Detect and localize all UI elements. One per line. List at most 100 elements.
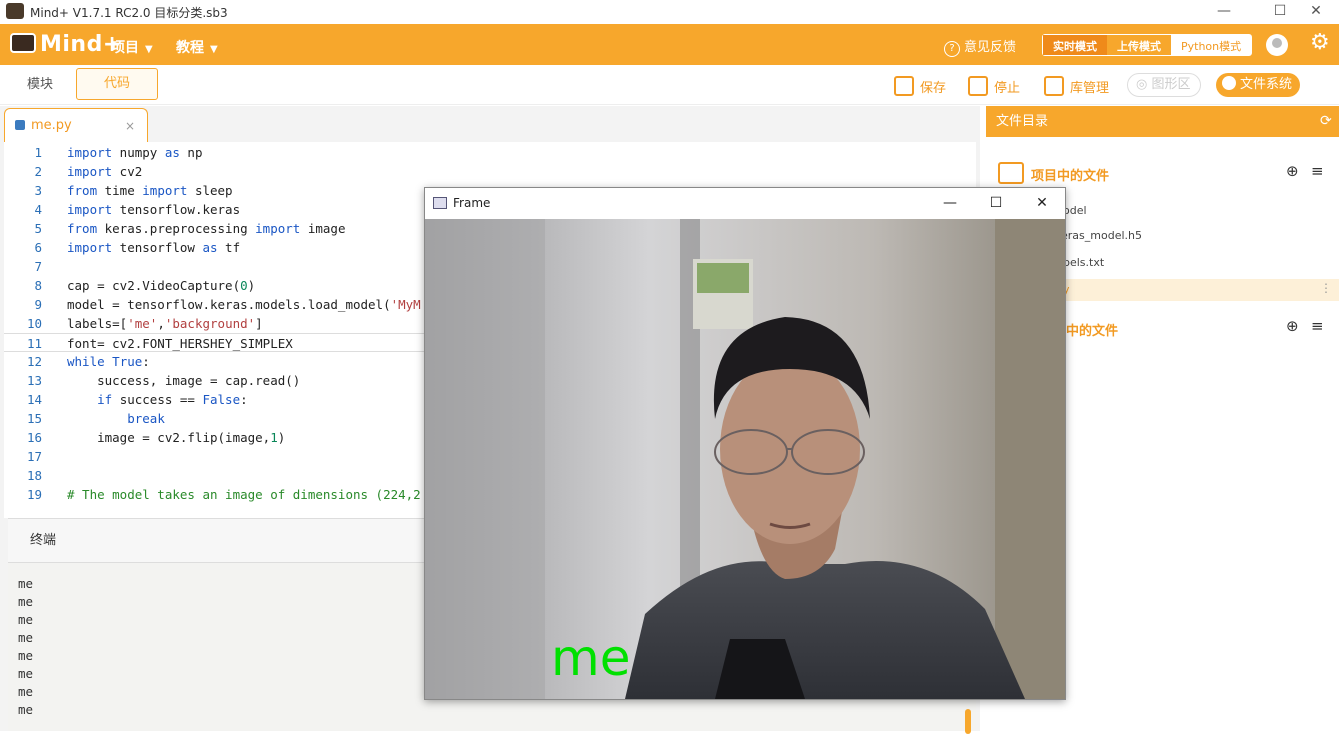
menu-tutorial[interactable]: 教程 ▼ — [176, 37, 218, 57]
toolbar: 模块 代码 保存 停止 库管理 ◎ 图形区 文件系统 — [0, 65, 1339, 105]
line-number: 13 — [26, 373, 42, 388]
computer-files-title: 中的文件 — [1066, 324, 1119, 339]
file-system-button[interactable]: 文件系统 — [1216, 73, 1300, 97]
line-number: 4 — [34, 202, 42, 217]
gear-icon[interactable]: ⚙ — [1310, 30, 1330, 55]
frame-window: Frame — ☐ ✕ me — [424, 187, 1066, 700]
project-files-title: 项目中的文件 — [1031, 169, 1110, 184]
line-code: import numpy as np — [67, 145, 203, 160]
terminal-line: me — [18, 576, 34, 591]
terminal-line: me — [18, 666, 34, 681]
question-icon: ? — [944, 41, 960, 57]
menu-icon[interactable]: ≡ — [1311, 162, 1324, 180]
file-item[interactable]: odel — [1063, 204, 1087, 217]
file-system-icon — [1222, 76, 1236, 90]
refresh-icon[interactable]: ⟳ — [1320, 113, 1332, 129]
window-icon — [433, 197, 447, 209]
realtime-mode-button[interactable]: 实时模式 — [1043, 35, 1107, 55]
chevron-down-icon: ▼ — [210, 44, 218, 55]
brand-mascot-icon — [10, 33, 36, 53]
library-icon — [1044, 76, 1064, 96]
line-code: success, image = cap.read() — [67, 373, 301, 388]
menu-bar: Mind+ 项目 ▼ 教程 ▼ ? 意见反馈 实时模式 上传模式 Python模式 ⚙ — [0, 24, 1339, 65]
library-button[interactable]: 库管理 — [1044, 73, 1109, 99]
line-number: 2 — [34, 164, 42, 179]
frame-minimize-button[interactable]: — — [927, 188, 973, 219]
terminal-output: me me me me me me me me — [18, 575, 33, 719]
file-tab[interactable]: me.py × — [4, 108, 148, 142]
line-number: 16 — [26, 430, 42, 445]
line-number: 3 — [34, 183, 42, 198]
graph-area-button[interactable]: ◎ 图形区 — [1127, 73, 1201, 97]
terminal-line: me — [18, 702, 34, 717]
line-code: from keras.preprocessing import image — [67, 221, 346, 236]
line-code: if success == False: — [97, 392, 248, 407]
brand-name: Mind+ — [40, 32, 122, 57]
line-number: 6 — [34, 240, 42, 255]
terminal-scrollbar[interactable] — [965, 709, 971, 734]
line-code: image = cv2.flip(image,1) — [67, 430, 286, 445]
frame-close-button[interactable]: ✕ — [1019, 188, 1065, 219]
window-titlebar: Mind+ V1.7.1 RC2.0 目标分类.sb3 — ☐ ✕ — [0, 0, 1339, 24]
menu-icon[interactable]: ≡ — [1311, 317, 1324, 335]
code-line[interactable]: 2 import cv2 — [4, 162, 976, 181]
line-number: 5 — [34, 221, 42, 236]
prediction-label: me — [551, 629, 630, 687]
line-code: import cv2 — [67, 164, 143, 179]
line-code: import tensorflow.keras — [67, 202, 241, 217]
terminal-line: me — [18, 630, 34, 645]
file-item[interactable]: eras_model.h5 — [1061, 229, 1142, 242]
line-code: cap = cv2.VideoCapture(0) — [67, 278, 256, 293]
line-code: while True: — [67, 354, 150, 369]
stop-button[interactable]: 停止 — [968, 73, 1020, 99]
camera-feed: me — [425, 219, 1065, 699]
line-code: break — [127, 411, 165, 426]
terminal-line: me — [18, 594, 34, 609]
python-mode-button[interactable]: Python模式 — [1171, 35, 1252, 55]
add-file-icon[interactable]: ⊕ — [1286, 162, 1299, 180]
add-file-icon[interactable]: ⊕ — [1286, 317, 1299, 335]
line-code: from time import sleep — [67, 183, 233, 198]
stop-icon — [968, 76, 988, 96]
line-number: 11 — [26, 336, 42, 351]
line-number: 10 — [26, 316, 42, 331]
avatar[interactable] — [1266, 34, 1288, 56]
line-number: 1 — [34, 145, 42, 160]
line-number: 15 — [26, 411, 42, 426]
chevron-down-icon: ▼ — [145, 44, 153, 55]
frame-maximize-button[interactable]: ☐ — [973, 188, 1019, 219]
line-number: 19 — [26, 487, 42, 502]
line-number: 7 — [34, 259, 42, 274]
line-number: 8 — [34, 278, 42, 293]
more-icon[interactable]: ⋮ — [1320, 281, 1332, 295]
app-logo-icon — [6, 3, 24, 19]
code-line[interactable]: 1 import numpy as np — [4, 143, 976, 162]
mode-switch: 实时模式 上传模式 Python模式 — [1042, 34, 1253, 56]
line-number: 18 — [26, 468, 42, 483]
tab-blocks[interactable]: 模块 — [10, 70, 70, 100]
close-tab-icon[interactable]: × — [125, 109, 135, 143]
upload-mode-button[interactable]: 上传模式 — [1107, 35, 1171, 55]
line-code: font= cv2.FONT_HERSHEY_SIMPLEX — [67, 336, 293, 351]
line-number: 14 — [26, 392, 42, 407]
file-item[interactable]: bels.txt — [1063, 256, 1104, 269]
line-number: 12 — [26, 354, 42, 369]
terminal-line: me — [18, 612, 34, 627]
terminal-line: me — [18, 648, 34, 663]
minimize-button[interactable]: — — [1201, 0, 1247, 24]
feedback-button[interactable]: ? 意见反馈 — [944, 36, 1016, 57]
python-file-icon — [15, 120, 25, 130]
save-button[interactable]: 保存 — [894, 73, 946, 99]
folder-icon — [998, 162, 1024, 184]
line-code: labels=['me','background'] — [67, 316, 263, 331]
window-title: Mind+ V1.7.1 RC2.0 目标分类.sb3 — [30, 6, 228, 20]
line-code: model = tensorflow.keras.models.load_mod… — [67, 297, 421, 312]
close-button[interactable]: ✕ — [1293, 0, 1339, 24]
terminal-line: me — [18, 684, 34, 699]
line-number: 17 — [26, 449, 42, 464]
line-number: 9 — [34, 297, 42, 312]
save-icon — [894, 76, 914, 96]
menu-project[interactable]: 项目 ▼ — [111, 37, 153, 57]
panel-title: 文件目录 — [986, 106, 1339, 137]
tab-code[interactable]: 代码 — [76, 68, 158, 100]
